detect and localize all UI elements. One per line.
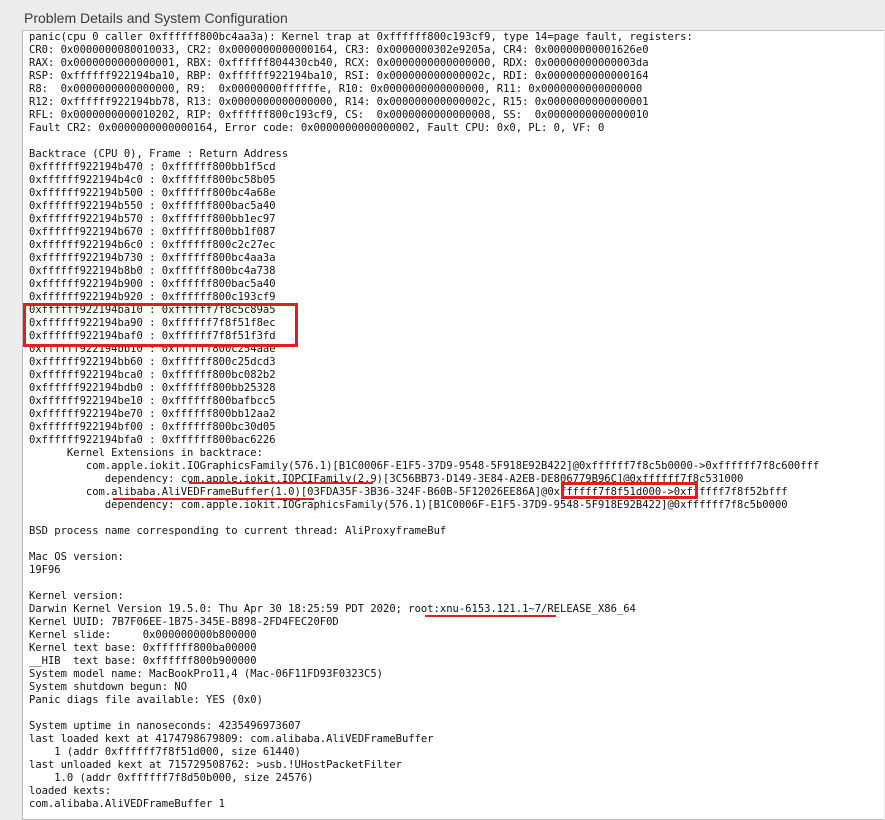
underline-alived-framebuffer — [113, 498, 314, 500]
log-line: 0xffffff922194b670 : 0xffffff800bb1f087 — [29, 226, 276, 238]
log-line: 0xffffff922194b4c0 : 0xffffff800bc58b05 — [29, 174, 276, 186]
log-line: System shutdown begun: NO — [29, 681, 188, 693]
crash-report-text-area[interactable]: panic(cpu 0 caller 0xffffff800bc4aa3a): … — [22, 30, 884, 820]
log-line: 0xffffff922194b8b0 : 0xffffff800bc4a738 — [29, 265, 276, 277]
log-line: dependency: com.apple.iokit.IOPCIFamily(… — [29, 473, 744, 485]
log-line: 0xffffff922194b550 : 0xffffff800bac5a40 — [29, 200, 276, 212]
log-line: __HIB text base: 0xffffff800b900000 — [29, 655, 257, 667]
log-line: 0xffffff922194bb60 : 0xffffff800c25dcd3 — [29, 356, 276, 368]
log-line: RSP: 0xffffff922194ba10, RBP: 0xffffff92… — [29, 70, 649, 82]
log-line: Panic diags file available: YES (0x0) — [29, 694, 263, 706]
log-line: 0xffffff922194be10 : 0xffffff800bafbcc5 — [29, 395, 276, 407]
log-line: com.apple.iokit.IOGraphicsFamily(576.1)[… — [29, 460, 820, 472]
section-title: Problem Details and System Configuration — [24, 10, 288, 26]
log-line: 1 (addr 0xffffff7f8f51d000, size 61440) — [29, 746, 301, 758]
log-line: last unloaded kext at 715729508762: >usb… — [29, 759, 402, 771]
log-line: last loaded kext at 4174798679809: com.a… — [29, 733, 434, 745]
log-line: RFL: 0x0000000000010202, RIP: 0xffffff80… — [29, 109, 649, 121]
log-line: 1.0 (addr 0xffffff7f8d50b000, size 24576… — [29, 772, 314, 784]
highlight-box-load-address — [561, 482, 698, 499]
crash-log: panic(cpu 0 caller 0xffffff800bc4aa3a): … — [29, 31, 819, 811]
log-line: 0xffffff922194bf00 : 0xffffff800bc30d05 — [29, 421, 276, 433]
log-line: panic(cpu 0 caller 0xffffff800bc4aa3a): … — [29, 31, 693, 43]
log-line: 0xffffff922194bfa0 : 0xffffff800bac6226 — [29, 434, 276, 446]
log-line: Kernel slide: 0x000000000b800000 — [29, 629, 257, 641]
log-line: 0xffffff922194bca0 : 0xffffff800bc082b2 — [29, 369, 276, 381]
log-line: com.alibaba.AliVEDFrameBuffer 1 — [29, 798, 225, 810]
log-line: Fault CR2: 0x0000000000000164, Error cod… — [29, 122, 605, 134]
log-line: loaded kexts: — [29, 785, 112, 797]
log-line: R12: 0xffffff922194bb78, R13: 0x00000000… — [29, 96, 649, 108]
log-line: R8: 0x0000000000000000, R9: 0x00000000ff… — [29, 83, 643, 95]
log-line: 0xffffff922194b6c0 : 0xffffff800c2c27ec — [29, 239, 276, 251]
log-line: dependency: com.apple.iokit.IOGraphicsFa… — [29, 499, 788, 511]
log-line: 0xffffff922194b900 : 0xffffff800bac5a40 — [29, 278, 276, 290]
log-line: CR0: 0x0000000080010033, CR2: 0x00000000… — [29, 44, 649, 56]
log-line: Kernel text base: 0xffffff800ba00000 — [29, 642, 257, 654]
log-line: System model name: MacBookPro11,4 (Mac-0… — [29, 668, 384, 680]
underline-iographicsfamily — [189, 482, 373, 484]
log-line: System uptime in nanoseconds: 4235496973… — [29, 720, 301, 732]
log-line: BSD process name corresponding to curren… — [29, 525, 447, 537]
log-line: RAX: 0x0000000000000001, RBX: 0xffffff80… — [29, 57, 649, 69]
log-line: Backtrace (CPU 0), Frame : Return Addres… — [29, 148, 289, 160]
log-line: 0xffffff922194b470 : 0xffffff800bb1f5cd — [29, 161, 276, 173]
highlight-box-backtrace-frames — [23, 303, 298, 347]
log-line: 0xffffff922194b570 : 0xffffff800bb1ec97 — [29, 213, 276, 225]
log-line: Kernel Extensions in backtrace: — [29, 447, 263, 459]
log-line: 0xffffff922194b730 : 0xffffff800bc4aa3a — [29, 252, 276, 264]
log-line: 0xffffff922194bdb0 : 0xffffff800bb25328 — [29, 382, 276, 394]
log-line: 19F96 — [29, 564, 61, 576]
log-line: Kernel version: — [29, 590, 124, 602]
log-line: Mac OS version: — [29, 551, 124, 563]
log-line: 0xffffff922194be70 : 0xffffff800bb12aa2 — [29, 408, 276, 420]
underline-xnu-version — [425, 615, 556, 617]
log-line: 0xffffff922194b500 : 0xffffff800bc4a68e — [29, 187, 276, 199]
log-line: Kernel UUID: 7B7F06EE-1B75-345E-B898-2FD… — [29, 616, 339, 628]
